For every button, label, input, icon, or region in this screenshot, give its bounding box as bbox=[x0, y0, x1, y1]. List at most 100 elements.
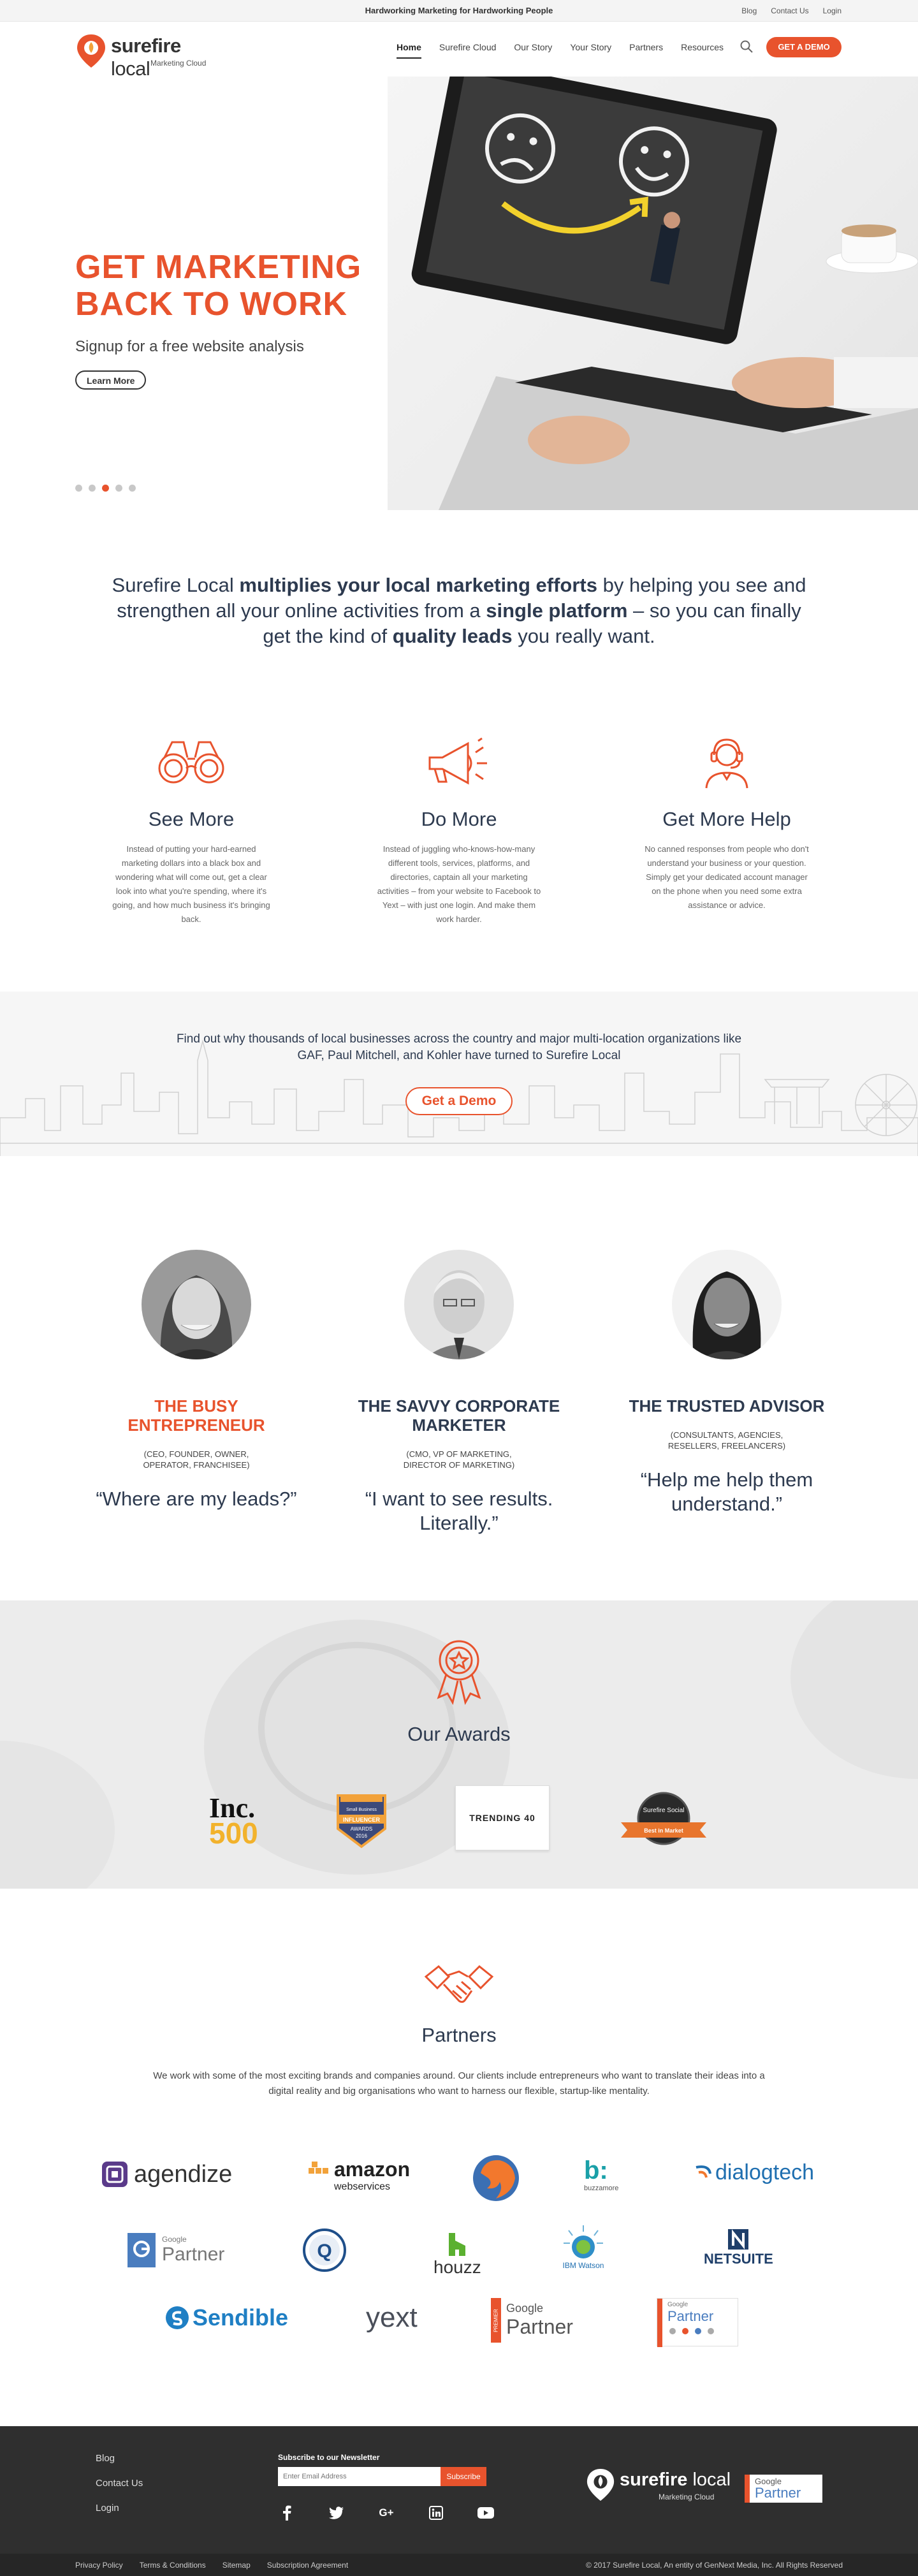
bottom-bar: Privacy Policy Terms & Conditions Sitema… bbox=[0, 2554, 918, 2576]
svg-text:INFLUENCER: INFLUENCER bbox=[343, 1817, 380, 1823]
slide-dot-5[interactable] bbox=[129, 485, 136, 492]
feature-text: No canned responses from people who don'… bbox=[645, 844, 809, 910]
feature-do-more: Do More Instead of juggling who-knows-ho… bbox=[357, 733, 561, 926]
persona-roles: (CMO, VP OF MARKETING, DIRECTOR OF MARKE… bbox=[403, 1449, 515, 1470]
demo-cta-text: Find out why thousands of local business… bbox=[176, 1032, 742, 1062]
sendible-mark-icon bbox=[166, 2306, 189, 2329]
persona-trusted-advisor: THE TRUSTED ADVISOR (CONSULTANTS, AGENCI… bbox=[625, 1250, 829, 1516]
twitter-icon[interactable] bbox=[328, 2504, 346, 2522]
persona-quote: “I want to see results. Literally.” bbox=[365, 1488, 553, 1534]
svg-text:Best in Market: Best in Market bbox=[644, 1827, 683, 1834]
logo-wordmark: surefire local bbox=[111, 34, 181, 80]
nav-our-story[interactable]: Our Story bbox=[514, 40, 552, 59]
top-utility-bar: Hardworking Marketing for Hardworking Pe… bbox=[0, 0, 918, 22]
houzz-mark-icon bbox=[449, 2233, 466, 2256]
main-header: surefire local Marketing Cloud Home Sure… bbox=[0, 22, 918, 80]
hero-laptop-image bbox=[388, 77, 918, 510]
nav-surefire-cloud[interactable]: Surefire Cloud bbox=[439, 40, 497, 59]
google-partner-logo: Google Partner bbox=[126, 2232, 224, 2269]
agendize-mark-icon bbox=[102, 2162, 127, 2187]
google-plus-icon[interactable]: G+ bbox=[377, 2504, 395, 2522]
subscription-agreement-link[interactable]: Subscription Agreement bbox=[267, 2561, 348, 2570]
feature-get-more-help: Get More Help No canned responses from p… bbox=[625, 733, 829, 912]
ibm-watson-mark-icon bbox=[564, 2225, 603, 2258]
top-link-contact[interactable]: Contact Us bbox=[771, 6, 808, 15]
subscribe-button[interactable]: Subscribe bbox=[441, 2467, 486, 2486]
logo-subtitle: Marketing Cloud bbox=[150, 59, 207, 68]
ibm-watson-logo: IBM Watson bbox=[562, 2224, 604, 2270]
get-demo-button[interactable]: GET A DEMO bbox=[766, 37, 841, 57]
buzzamore-logo: b: buzzamore bbox=[584, 2156, 619, 2192]
persona-title: THE SAVVY CORPORATE MARKETER bbox=[358, 1396, 560, 1435]
slide-dot-2[interactable] bbox=[89, 485, 96, 492]
persona-photo bbox=[142, 1250, 251, 1359]
svg-text:Small Business: Small Business bbox=[346, 1808, 377, 1812]
feature-text: Instead of juggling who-knows-how-many d… bbox=[377, 844, 541, 924]
top-link-blog[interactable]: Blog bbox=[741, 6, 757, 15]
persona-title: THE TRUSTED ADVISOR bbox=[629, 1396, 825, 1416]
footer-link-contact[interactable]: Contact Us bbox=[96, 2478, 143, 2489]
yext-logo: yext bbox=[366, 2302, 418, 2333]
intro-statement: Surefire Local multiplies your local mar… bbox=[112, 574, 806, 647]
houzz-logo: houzz bbox=[433, 2232, 481, 2278]
svg-text:2016: 2016 bbox=[356, 1833, 367, 1839]
persona-title: THE BUSY ENTREPRENEUR bbox=[127, 1396, 265, 1435]
best-in-market-badge: Surefire Social Best in Market bbox=[616, 1789, 711, 1853]
hero-tagline: Signup for a free website analysis bbox=[75, 338, 304, 355]
search-icon[interactable] bbox=[740, 40, 754, 54]
feature-title: Do More bbox=[421, 808, 497, 830]
firefox-style-logo bbox=[472, 2154, 520, 2202]
influencer-award-badge: Small Business INFLUENCER AWARDS 2016 bbox=[332, 1792, 391, 1849]
footer-logo-wordmark: surefire local bbox=[620, 2470, 731, 2490]
demo-cta-band: Find out why thousands of local business… bbox=[0, 992, 918, 1156]
terms-link[interactable]: Terms & Conditions bbox=[140, 2561, 206, 2570]
privacy-policy-link[interactable]: Privacy Policy bbox=[75, 2561, 123, 2570]
netsuite-mark-icon bbox=[728, 2229, 749, 2250]
google-partner-certificate: Google Partner bbox=[657, 2298, 738, 2347]
certification-icons bbox=[669, 2328, 714, 2334]
hero-title: GET MARKETING BACK TO WORK bbox=[75, 249, 362, 323]
newsletter-email-input[interactable] bbox=[278, 2467, 441, 2486]
legal-links: Privacy Policy Terms & Conditions Sitema… bbox=[75, 2561, 348, 2570]
nav-home[interactable]: Home bbox=[397, 40, 421, 59]
surefire-logo[interactable]: surefire local Marketing Cloud bbox=[75, 31, 222, 80]
linkedin-icon[interactable] bbox=[427, 2504, 445, 2522]
agendize-logo: agendize bbox=[101, 2160, 232, 2188]
slide-dot-3[interactable] bbox=[102, 485, 109, 492]
megaphone-icon bbox=[428, 737, 487, 785]
sitemap-link[interactable]: Sitemap bbox=[222, 2561, 251, 2570]
persona-busy-entrepreneur: THE BUSY ENTREPRENEUR (CEO, FOUNDER, OWN… bbox=[94, 1250, 298, 1511]
copyright: © 2017 Surefire Local, An entity of GenN… bbox=[585, 2561, 843, 2570]
youtube-icon[interactable] bbox=[477, 2504, 495, 2522]
awards-section: Our Awards Inc. 500 Small Business INFLU… bbox=[0, 1600, 918, 1889]
dialogtech-mark-icon bbox=[696, 2165, 711, 2178]
footer-logo-subtitle: Marketing Cloud bbox=[659, 2492, 715, 2501]
footer-link-blog[interactable]: Blog bbox=[96, 2453, 143, 2464]
svg-text:AWARDS: AWARDS bbox=[351, 1826, 373, 1832]
persona-roles: (CONSULTANTS, AGENCIES, RESELLERS, FREEL… bbox=[667, 1430, 786, 1451]
partners-title: Partners bbox=[421, 2024, 497, 2046]
sendible-logo: Sendible bbox=[164, 2304, 288, 2331]
partners-description: We work with some of the most exciting b… bbox=[153, 2070, 765, 2097]
nav-your-story[interactable]: Your Story bbox=[570, 40, 611, 59]
top-link-login[interactable]: Login bbox=[823, 6, 841, 15]
handshake-icon bbox=[424, 1965, 494, 2003]
aws-cubes-icon bbox=[309, 2161, 328, 2174]
persona-photo bbox=[404, 1250, 514, 1359]
get-a-demo-button[interactable]: Get a Demo bbox=[405, 1087, 513, 1115]
google-premier-partner-logo: PREMIER Google Partner bbox=[491, 2298, 573, 2343]
trending-40-badge: TRENDING 40 bbox=[455, 1785, 550, 1850]
footer-logo[interactable]: surefire local Marketing Cloud bbox=[585, 2466, 732, 2508]
learn-more-button[interactable]: Learn More bbox=[75, 370, 147, 390]
slide-dot-4[interactable] bbox=[115, 485, 122, 492]
footer-link-login[interactable]: Login bbox=[96, 2503, 143, 2514]
persona-quote: “Help me help them understand.” bbox=[640, 1468, 813, 1515]
nav-partners[interactable]: Partners bbox=[629, 40, 663, 59]
slide-dot-1[interactable] bbox=[75, 485, 82, 492]
google-partner-badge-icon bbox=[127, 2233, 156, 2267]
facebook-icon[interactable] bbox=[278, 2504, 296, 2522]
feature-title: See More bbox=[148, 808, 235, 830]
support-agent-icon bbox=[705, 738, 748, 789]
footer-links: Blog Contact Us Login bbox=[96, 2453, 143, 2514]
nav-resources[interactable]: Resources bbox=[681, 40, 724, 59]
